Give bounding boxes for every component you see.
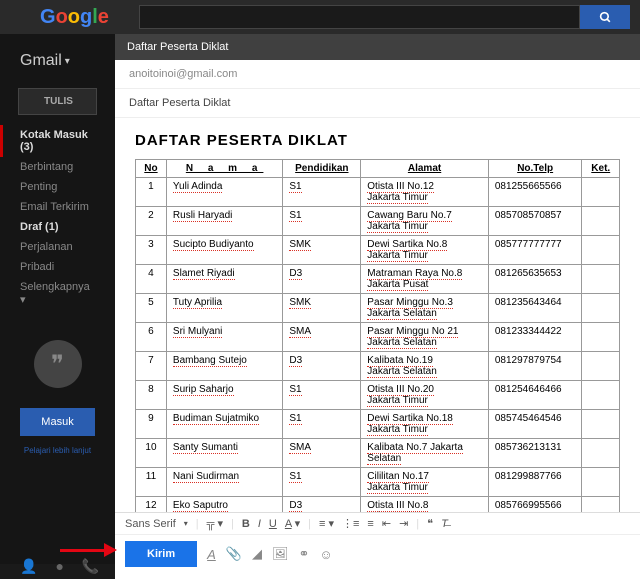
indent-more-button[interactable]: ⇥: [399, 517, 408, 530]
nav-drafts[interactable]: Draf (1): [0, 217, 115, 237]
search-button[interactable]: [580, 5, 630, 29]
table-row: 12 Eko Saputro D3 Otista III No.8Jakarta…: [136, 497, 620, 513]
compose-titlebar[interactable]: Daftar Peserta Diklat: [115, 34, 640, 60]
table-row: 11 Nani Sudirman S1 Cililitan No.17Jakar…: [136, 468, 620, 497]
numbered-list-button[interactable]: ⋮≡: [342, 517, 359, 530]
photo-icon[interactable]: 🖼: [272, 546, 289, 562]
table-row: 8 Surip Saharjo S1 Otista III No.20Jakar…: [136, 381, 620, 410]
table-row: 3 Sucipto Budiyanto SMK Dewi Sartika No.…: [136, 236, 620, 265]
annotation-arrow: [60, 549, 105, 552]
search-icon: [599, 11, 612, 24]
table-row: 10 Santy Sumanti SMA Kalibata No.7 Jakar…: [136, 439, 620, 468]
nav-starred[interactable]: Berbintang: [0, 157, 115, 177]
th-alamat: Alamat: [361, 160, 489, 178]
format-toolbar: Sans Serif▾ | ╦ ▾ | B I U A ▾ | ≡ ▾ ⋮≡ ≡…: [115, 512, 640, 534]
search-input[interactable]: [139, 5, 580, 29]
table-row: 9 Budiman Sujatmiko S1 Dewi Sartika No.1…: [136, 410, 620, 439]
compose-window: Daftar Peserta Diklat anoitoinoi@gmail.c…: [115, 34, 640, 579]
link-icon[interactable]: ⚭: [299, 546, 310, 562]
indent-less-button[interactable]: ⇤: [382, 517, 391, 530]
phone-icon[interactable]: 📞: [82, 558, 99, 575]
hangouts-icon[interactable]: ❞: [34, 340, 82, 388]
sidebar: Gmail ▾ TULIS Kotak Masuk (3) Berbintang…: [0, 34, 115, 564]
italic-button[interactable]: I: [258, 518, 261, 530]
bold-button[interactable]: B: [242, 518, 250, 530]
learn-more-link[interactable]: Pelajari lebih lanjut: [0, 446, 115, 455]
send-button[interactable]: Kirim: [125, 541, 197, 567]
nav-travel[interactable]: Perjalanan: [0, 237, 115, 257]
th-nama: N a m a: [166, 160, 282, 178]
gmail-label[interactable]: Gmail ▾: [0, 44, 115, 78]
fontsize-picker[interactable]: ╦ ▾: [207, 517, 223, 530]
nav-inbox[interactable]: Kotak Masuk (3): [0, 125, 115, 157]
google-logo: Google: [40, 6, 109, 29]
table-row: 6 Sri Mulyani SMA Pasar Minggu No 21Jaka…: [136, 323, 620, 352]
table-row: 2 Rusli Haryadi S1 Cawang Baru No.7Jakar…: [136, 207, 620, 236]
data-table: No N a m a Pendidikan Alamat No.Telp Ket…: [135, 159, 620, 512]
underline-button[interactable]: U: [269, 518, 277, 530]
th-no: No: [136, 160, 167, 178]
table-row: 4 Slamet Riyadi D3 Matraman Raya No.8Jak…: [136, 265, 620, 294]
table-row: 7 Bambang Sutejo D3 Kalibata No.19Jakart…: [136, 352, 620, 381]
textcolor-button[interactable]: A ▾: [285, 517, 300, 530]
th-ket: Ket.: [582, 160, 620, 178]
nav-personal[interactable]: Pribadi: [0, 257, 115, 277]
table-row: 5 Tuty Aprilia SMK Pasar Minggu No.3Jaka…: [136, 294, 620, 323]
th-telp: No.Telp: [488, 160, 582, 178]
signin-button[interactable]: Masuk: [20, 408, 95, 436]
attach-icon[interactable]: 📎: [226, 546, 242, 562]
footer-icons: 👤 ● 📞: [20, 558, 99, 575]
font-picker[interactable]: Sans Serif: [125, 518, 176, 530]
align-button[interactable]: ≡ ▾: [319, 517, 334, 530]
compose-body[interactable]: DAFTAR PESERTA DIKLAT No N a m a Pendidi…: [115, 118, 640, 512]
chat-icon[interactable]: ●: [55, 558, 63, 575]
person-icon[interactable]: 👤: [20, 558, 37, 575]
strikethrough-button[interactable]: T̶: [441, 518, 448, 530]
format-icon[interactable]: A: [207, 547, 216, 562]
emoji-icon[interactable]: ☺: [319, 547, 332, 562]
to-field[interactable]: anoitoinoi@gmail.com: [115, 60, 640, 89]
doc-title: DAFTAR PESERTA DIKLAT: [135, 132, 620, 149]
drive-icon[interactable]: ◢: [252, 546, 262, 562]
compose-button[interactable]: TULIS: [18, 88, 97, 115]
send-row: Kirim A 📎 ◢ 🖼 ⚭ ☺: [115, 534, 640, 579]
nav-more[interactable]: Selengkapnya ▾: [0, 277, 115, 310]
nav-important[interactable]: Penting: [0, 177, 115, 197]
quote-button[interactable]: ❝: [427, 517, 433, 530]
nav-sent[interactable]: Email Terkirim: [0, 197, 115, 217]
table-row: 1 Yuli Adinda S1 Otista III No.12Jakarta…: [136, 178, 620, 207]
subject-field[interactable]: Daftar Peserta Diklat: [115, 89, 640, 118]
bullet-list-button[interactable]: ≡: [367, 518, 373, 530]
th-pend: Pendidikan: [283, 160, 361, 178]
